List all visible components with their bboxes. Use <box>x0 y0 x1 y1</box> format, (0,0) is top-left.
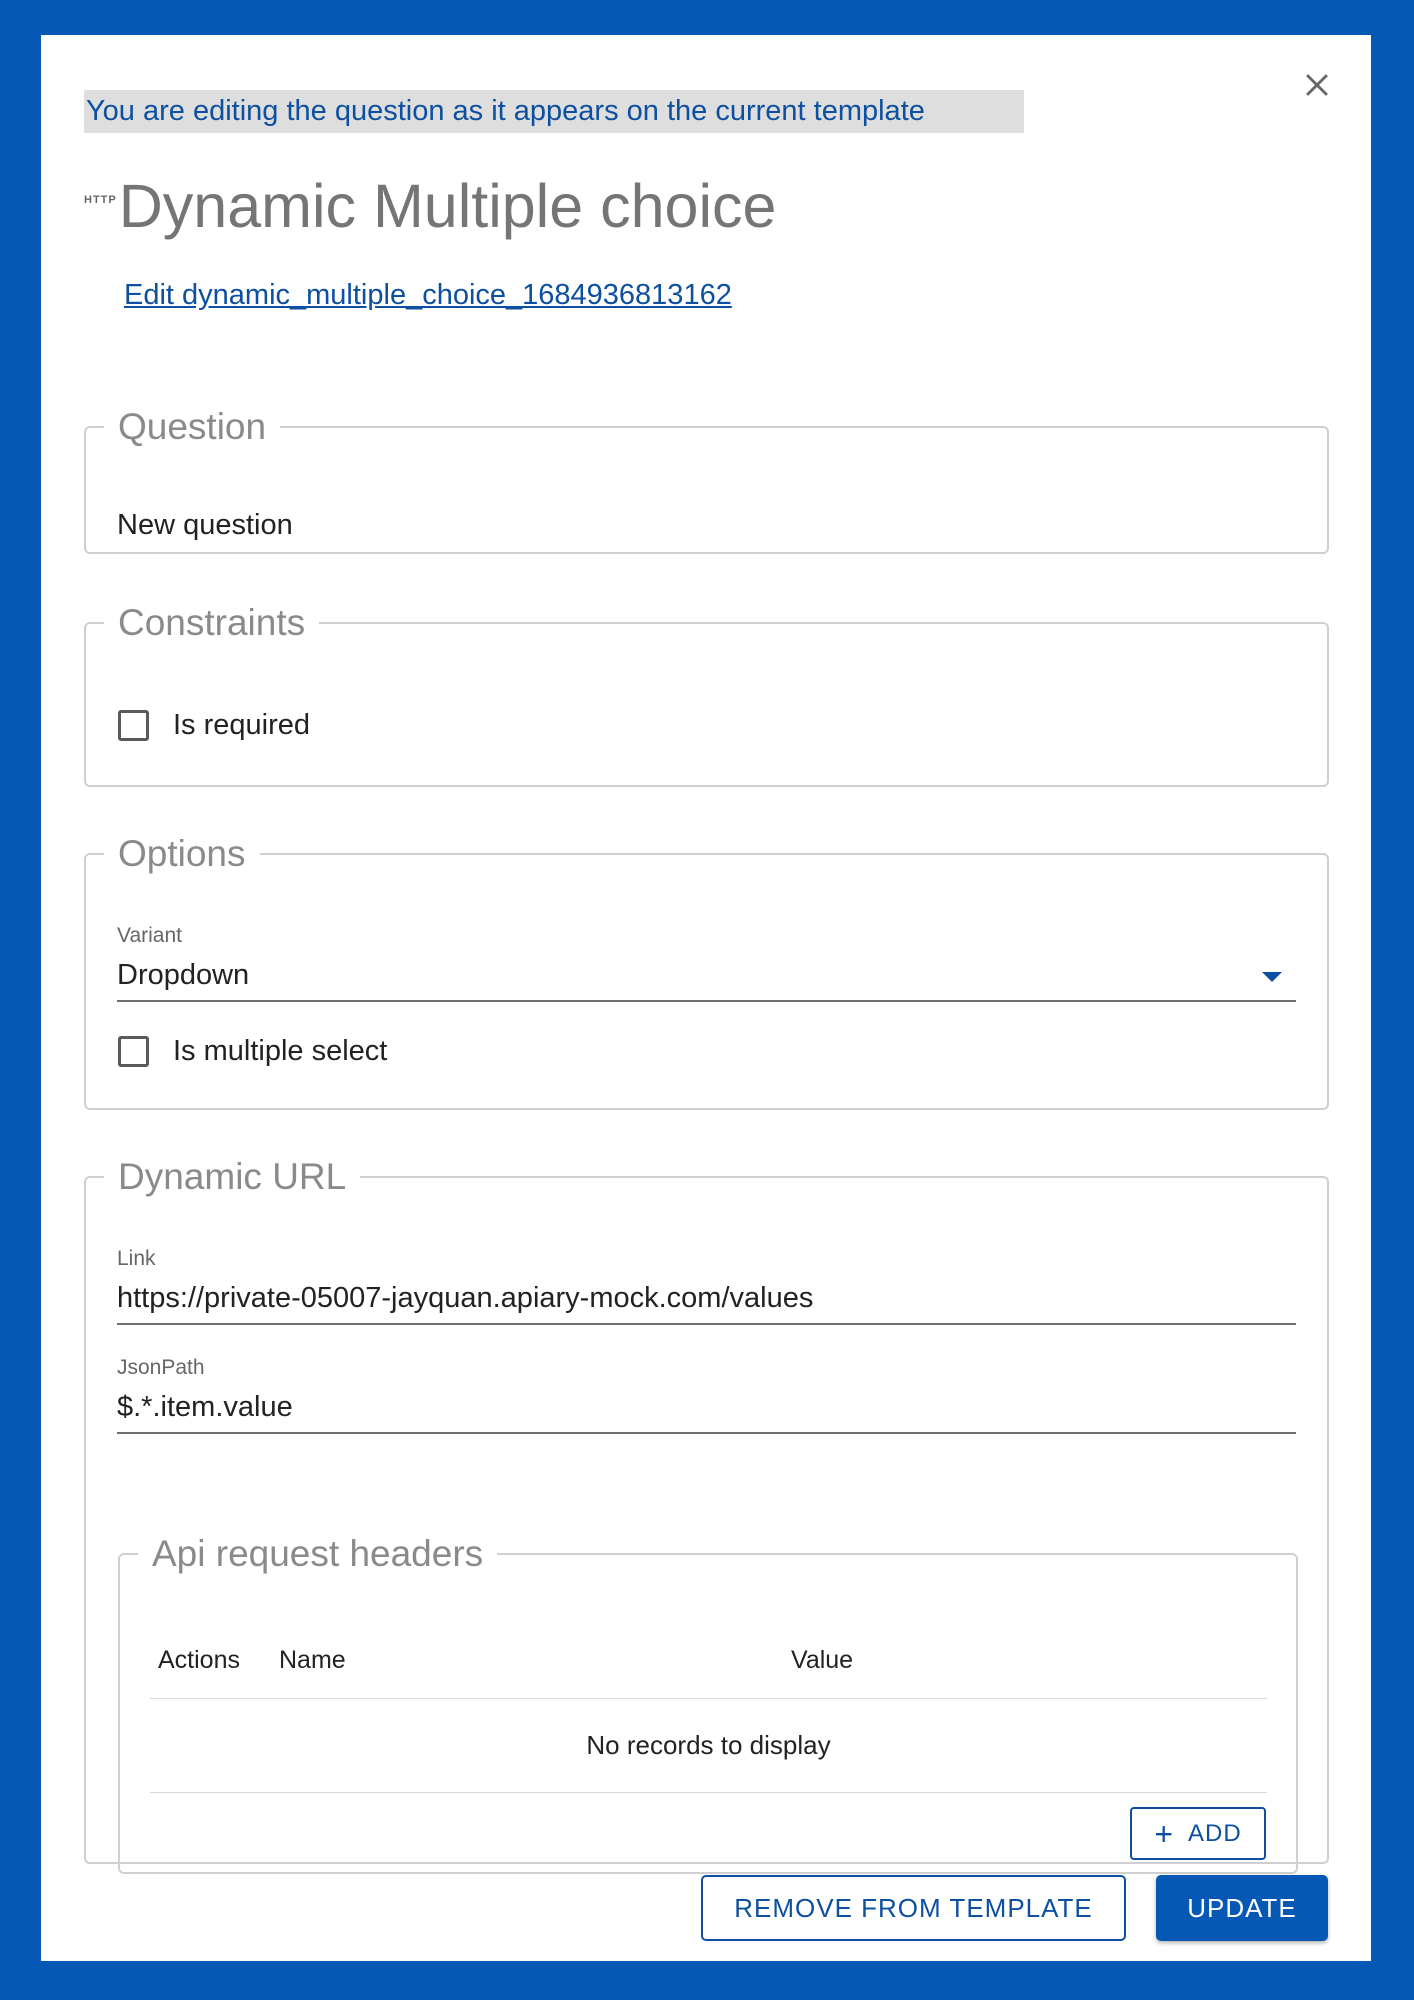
variant-label: Variant <box>117 924 182 947</box>
is-multiple-select-checkbox-row[interactable]: Is multiple select <box>118 1035 387 1068</box>
api-request-headers-section: Api request headers Actions Name Value N… <box>118 1534 1298 1874</box>
http-badge: HTTP <box>84 194 117 206</box>
variant-select[interactable]: Dropdown <box>117 956 1296 1002</box>
remove-from-template-button[interactable]: REMOVE FROM TEMPLATE <box>701 1875 1126 1941</box>
dynamic-url-legend: Dynamic URL <box>118 1156 347 1197</box>
api-request-headers-legend: Api request headers <box>152 1533 484 1574</box>
jsonpath-input[interactable]: $.*.item.value <box>117 1388 1296 1434</box>
link-field: Link https://private-05007-jayquan.apiar… <box>117 1247 1296 1325</box>
question-input[interactable]: New question <box>117 509 293 542</box>
edit-question-link[interactable]: Edit dynamic_multiple_choice_16849368131… <box>124 279 732 312</box>
close-button[interactable] <box>1295 63 1339 107</box>
is-required-checkbox[interactable] <box>118 710 149 741</box>
options-legend: Options <box>118 833 246 874</box>
column-header-name[interactable]: Name <box>279 1646 346 1675</box>
edit-question-dialog: You are editing the question as it appea… <box>41 35 1371 1961</box>
column-header-value[interactable]: Value <box>791 1646 853 1675</box>
variant-field: Variant Dropdown <box>117 924 1296 1002</box>
jsonpath-label: JsonPath <box>117 1356 205 1379</box>
constraints-section: Constraints Is required <box>84 603 1329 787</box>
update-button[interactable]: UPDATE <box>1156 1875 1328 1941</box>
plus-icon: + <box>1154 1815 1174 1852</box>
question-legend: Question <box>118 406 267 447</box>
add-header-button[interactable]: + ADD <box>1130 1807 1266 1860</box>
empty-table-message: No records to display <box>150 1699 1267 1793</box>
headers-table-header: Actions Name Value <box>150 1638 1267 1699</box>
question-section: Question New question <box>84 407 1329 554</box>
options-section: Options Variant Dropdown Is multiple sel… <box>84 834 1329 1110</box>
is-required-label: Is required <box>173 709 311 741</box>
add-button-label: ADD <box>1188 1819 1242 1847</box>
is-required-checkbox-row[interactable]: Is required <box>118 709 310 742</box>
link-label: Link <box>117 1247 156 1270</box>
column-header-actions: Actions <box>158 1646 240 1674</box>
is-multiple-select-label: Is multiple select <box>173 1035 388 1067</box>
close-icon <box>1306 74 1328 96</box>
jsonpath-field: JsonPath $.*.item.value <box>117 1356 1296 1434</box>
chevron-down-icon <box>1262 972 1282 982</box>
link-input[interactable]: https://private-05007-jayquan.apiary-moc… <box>117 1279 1296 1325</box>
page-title: Dynamic Multiple choice <box>118 172 777 240</box>
variant-value: Dropdown <box>117 959 250 991</box>
constraints-legend: Constraints <box>118 602 306 643</box>
template-notice: You are editing the question as it appea… <box>84 90 1024 133</box>
title-row: HTTP Dynamic Multiple choice <box>84 171 776 241</box>
dynamic-url-section: Dynamic URL Link https://private-05007-j… <box>84 1156 1329 1874</box>
is-multiple-select-checkbox[interactable] <box>118 1036 149 1067</box>
